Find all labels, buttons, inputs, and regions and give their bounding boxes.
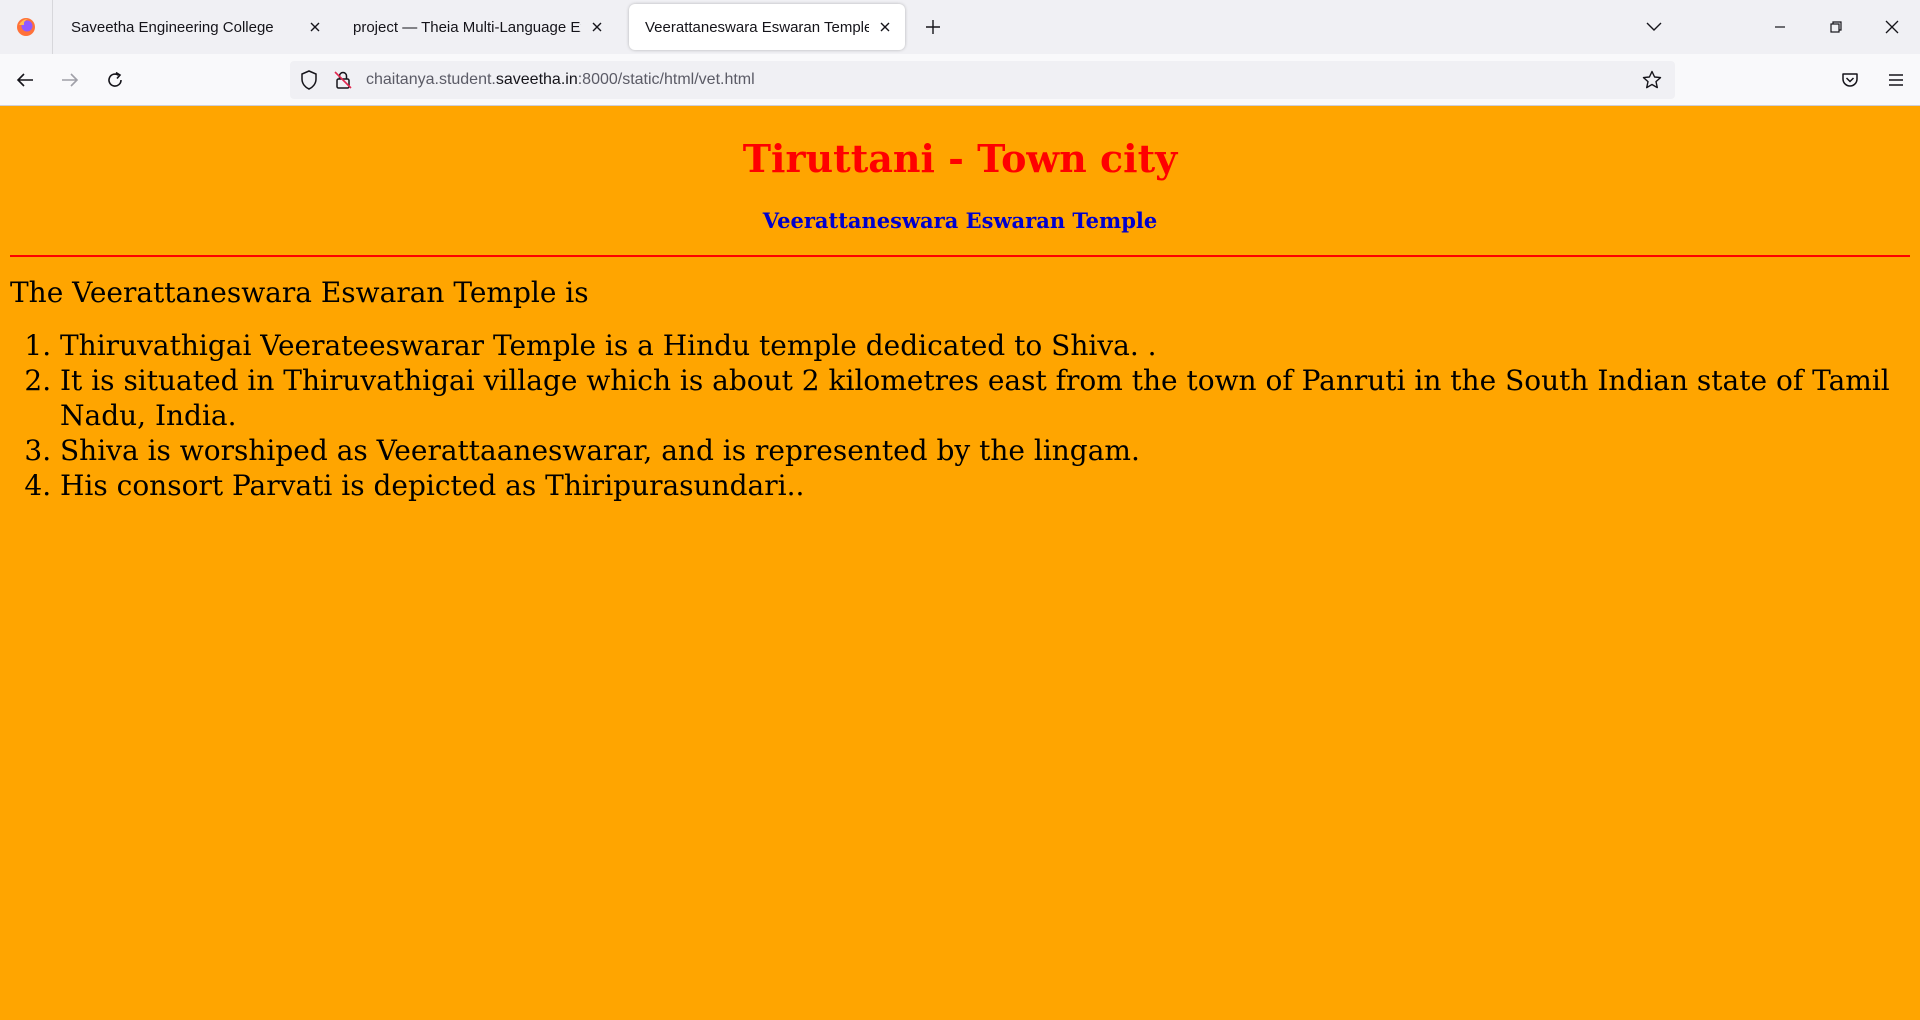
url-domain: saveetha.in — [495, 71, 578, 88]
app-menu-button[interactable] — [1876, 60, 1916, 100]
new-tab-button[interactable] — [915, 9, 951, 45]
window-controls — [1634, 0, 1920, 54]
browser-window: Saveetha Engineering College project — T… — [0, 0, 1920, 1020]
list-item: His consort Parvati is depicted as Thiri… — [60, 468, 1910, 503]
restore-button[interactable] — [1808, 0, 1864, 54]
temple-facts-list: Thiruvathigai Veerateeswarar Temple is a… — [10, 328, 1910, 503]
close-icon[interactable] — [305, 17, 325, 37]
star-icon[interactable] — [1637, 65, 1667, 95]
close-icon[interactable] — [587, 17, 607, 37]
url-text[interactable]: chaitanya.student.saveetha.in:8000/stati… — [366, 71, 1637, 89]
divider — [10, 255, 1910, 257]
minimize-button[interactable] — [1752, 0, 1808, 54]
tab-title: project — Theia Multi-Language Ex — [353, 18, 581, 36]
pocket-icon — [1842, 73, 1858, 87]
page-content: Tiruttani - Town city Veerattaneswara Es… — [0, 106, 1920, 1020]
chevron-down-icon — [1646, 22, 1662, 31]
minimize-icon — [1775, 26, 1785, 28]
close-window-button[interactable] — [1864, 0, 1920, 54]
back-arrow-icon — [16, 72, 33, 87]
pocket-button[interactable] — [1830, 60, 1870, 100]
list-item: Shiva is worshiped as Veerattaaneswarar,… — [60, 433, 1910, 468]
back-button[interactable] — [5, 60, 45, 100]
forward-arrow-icon — [62, 72, 79, 87]
tab-saveetha[interactable]: Saveetha Engineering College — [55, 4, 335, 50]
list-all-tabs-button[interactable] — [1634, 7, 1674, 47]
firefox-icon[interactable] — [0, 0, 53, 54]
shield-icon[interactable] — [294, 65, 324, 95]
restore-icon — [1830, 21, 1842, 33]
page-subtitle: Veerattaneswara Eswaran Temple — [762, 208, 1158, 233]
hamburger-menu-icon — [1889, 74, 1903, 86]
insecure-lock-icon[interactable] — [328, 65, 358, 95]
list-item: Thiruvathigai Veerateeswarar Temple is a… — [60, 328, 1910, 363]
toolbar-right — [1824, 60, 1916, 100]
tab-veerattaneswara[interactable]: Veerattaneswara Eswaran Temple — [629, 4, 905, 50]
plus-icon — [926, 20, 940, 34]
tab-title: Saveetha Engineering College — [71, 18, 274, 36]
close-icon — [1885, 20, 1899, 34]
reload-button[interactable] — [95, 60, 135, 100]
url-suffix: :8000/static/html/vet.html — [577, 71, 755, 88]
close-icon[interactable] — [875, 17, 895, 37]
url-prefix: chaitanya.student. — [366, 71, 496, 88]
reload-icon — [108, 71, 122, 87]
page-title: Tiruttani - Town city — [742, 136, 1178, 181]
tab-strip: Saveetha Engineering College project — T… — [0, 0, 1920, 54]
forward-button[interactable] — [50, 60, 90, 100]
intro-text: The Veerattaneswara Eswaran Temple is — [10, 276, 589, 309]
navigation-toolbar: chaitanya.student.saveetha.in:8000/stati… — [0, 54, 1920, 106]
address-bar[interactable]: chaitanya.student.saveetha.in:8000/stati… — [290, 61, 1675, 99]
list-item: It is situated in Thiruvathigai village … — [60, 363, 1910, 433]
tab-title: Veerattaneswara Eswaran Temple — [645, 18, 869, 36]
tab-theia-project[interactable]: project — Theia Multi-Language Ex — [337, 4, 617, 50]
